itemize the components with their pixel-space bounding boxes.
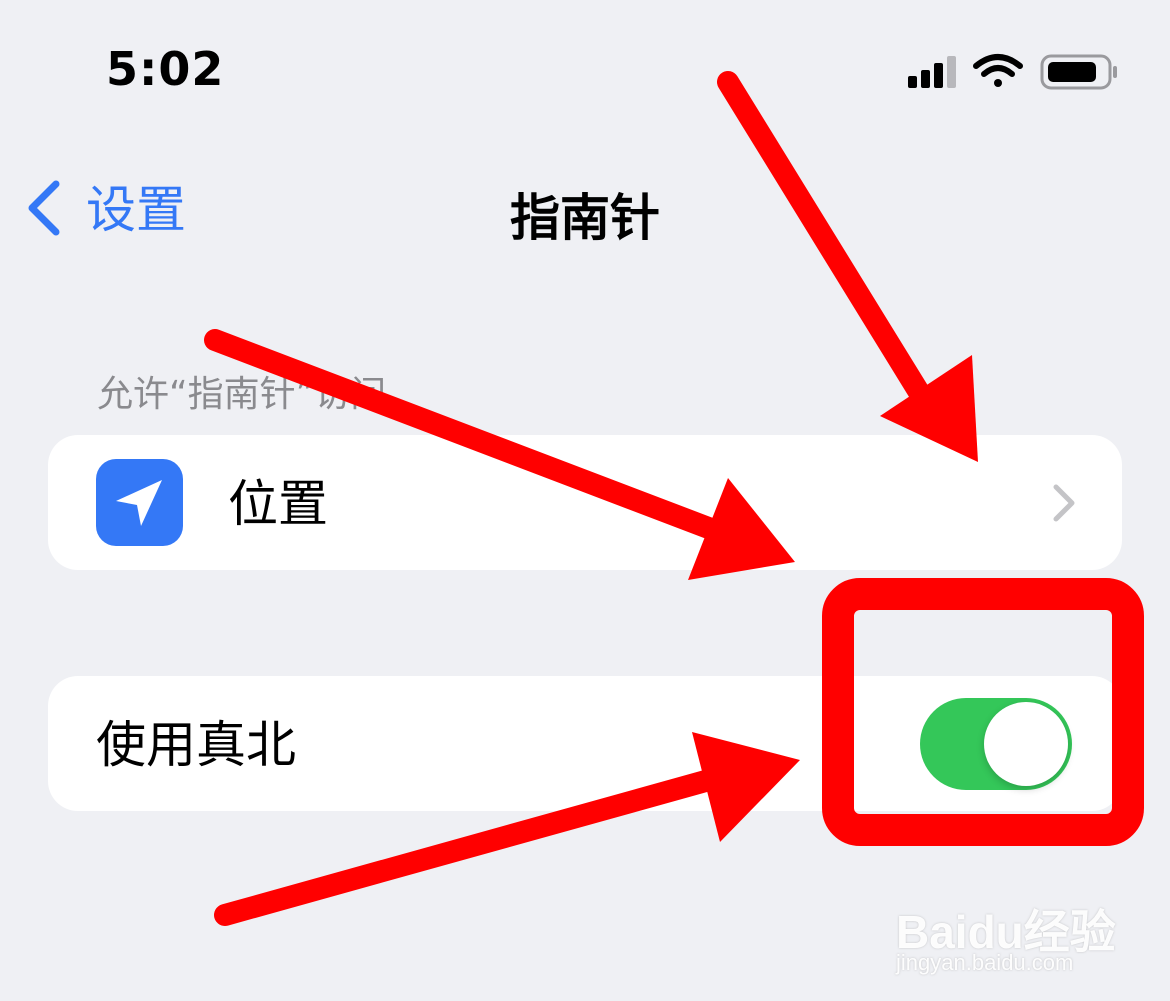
true-north-row: 使用真北 [48,676,1122,811]
section-header: 允许“指南针”访问 [97,374,387,415]
watermark-url: jingyan.baidu.com [896,950,1074,975]
true-north-toggle[interactable] [920,698,1072,790]
cellular-signal-icon [908,56,956,88]
location-arrow-icon [116,480,162,526]
status-time: 5:02 [106,42,225,96]
location-row[interactable]: 位置 [48,435,1122,570]
battery-icon [1040,54,1117,90]
watermark-brand: Baidu经验 [896,906,1116,958]
wifi-icon [973,54,1023,87]
annotation-arrow-icon [717,71,978,462]
watermark: Baidu经验 jingyan.baidu.com [896,896,1116,986]
location-app-icon [96,459,183,546]
status-bar: 5:02 [0,0,1170,130]
status-icons [900,48,1130,98]
page-title: 指南针 [510,189,660,247]
toggle-knob [984,702,1068,786]
chevron-right-icon [1044,481,1084,525]
true-north-label: 使用真北 [96,716,296,774]
navigation-bar: 设置 指南针 [0,160,1170,250]
location-label: 位置 [228,475,328,533]
